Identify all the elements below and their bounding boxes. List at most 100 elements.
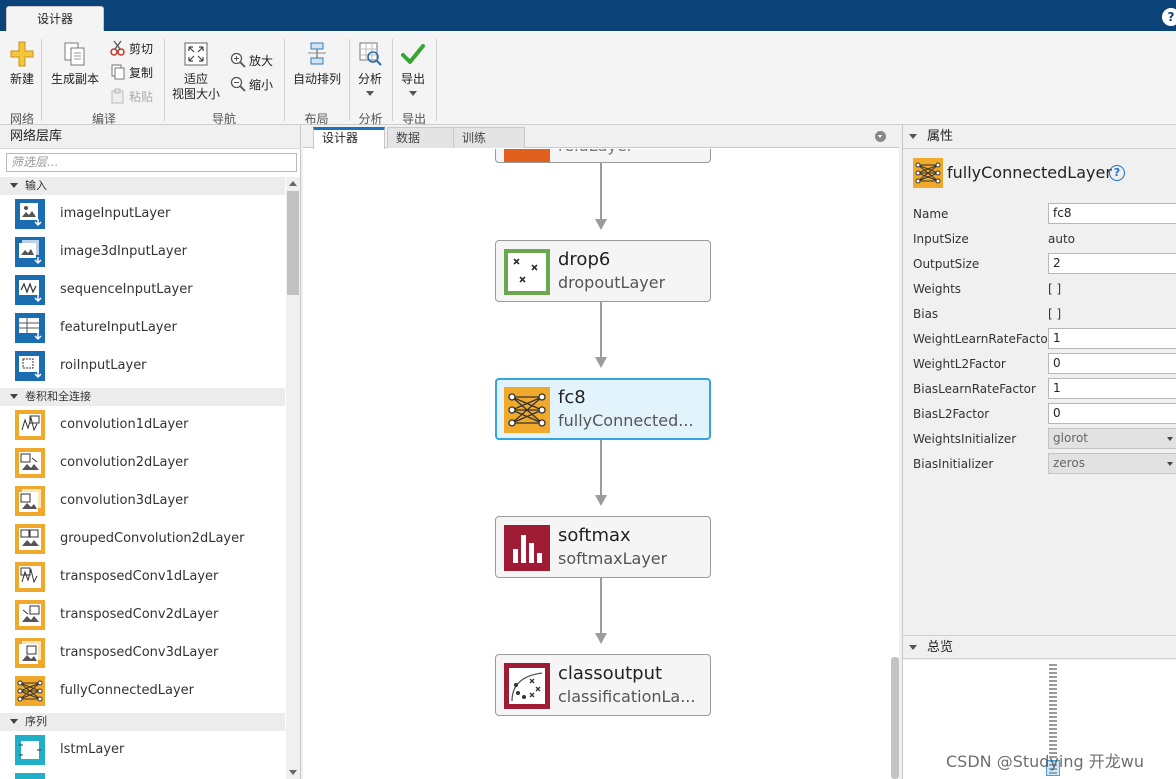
prop-name-input[interactable]: fc8 [1048,203,1176,224]
library-item-label: convolution3dLayer [60,493,189,508]
tab-menu-icon[interactable] [875,131,886,142]
plus-icon [10,41,34,67]
prop-biasl2factor-input[interactable]: 0 [1048,403,1176,424]
new-button[interactable]: 新建 [6,41,38,87]
scroll-up-icon[interactable] [289,181,297,186]
section-input[interactable]: 输入 [0,177,285,195]
node-name: drop6 [558,249,611,270]
filter-input[interactable]: 筛选层... [6,153,297,172]
library-item-convolution1dlayer[interactable]: convolution1dLayer [0,406,285,444]
prop-label-biasl2factor: BiasL2Factor [913,407,990,421]
network-graph[interactable]: reluLayer drop6 dropoutLayer fc8 fullyCo… [303,149,899,779]
library-item-groupedconvolution2dlayer[interactable]: groupedConvolution2dLayer [0,520,285,558]
help-icon[interactable]: ? [1162,8,1176,26]
document-tabs: 设计器 数据 训练 [303,125,899,149]
layer-node-softmax[interactable]: softmax softmaxLayer [495,516,711,578]
zoom-in-label: 放大 [249,54,274,68]
layer-node-relu[interactable]: reluLayer [495,149,711,163]
prop-label-inputsize: InputSize [913,232,969,246]
layer-node-drop6[interactable]: drop6 dropoutLayer [495,240,711,302]
analyze-dropdown-icon [366,91,374,96]
properties-layer-type: fullyConnectedLayer [947,163,1112,182]
library-item-imageinputlayer[interactable]: imageInputLayer [0,195,285,233]
zoom-out-button[interactable]: 缩小 [230,76,273,93]
fit-view-button[interactable]: 适应 视图大小 [168,41,224,102]
conv3d-icon [15,486,45,516]
library-item-label: image3dInputLayer [60,244,187,259]
ribbon-separator [41,39,42,121]
library-item-roiinputlayer[interactable]: roiInputLayer [0,347,285,385]
prop-label-outputsize: OutputSize [913,257,980,271]
canvas-scrollbar[interactable] [891,149,899,779]
prop-biaslearnratefactor-input[interactable]: 1 [1048,378,1176,399]
ribbon-separator [164,39,165,121]
library-scrollbar-thumb[interactable] [287,191,299,295]
library-scrollbar[interactable] [286,177,300,779]
library-item-label: imageInputLayer [60,206,171,221]
section-conv-fc[interactable]: 卷积和全连接 [0,388,285,406]
prop-weightsinitializer-select[interactable]: glorot [1048,428,1176,449]
tab-designer[interactable]: 设计器 [6,6,104,32]
relu-icon [504,149,550,162]
classification-output-icon [504,663,550,709]
library-item-label: lstmLayer [60,742,125,757]
scroll-down-icon[interactable] [289,770,297,775]
library-item-transposedconv3dlayer[interactable]: transposedConv3dLayer [0,634,285,672]
prop-bias-value: [ ] [1048,307,1062,321]
connection-arrow [595,495,607,506]
prop-biasinitializer-select[interactable]: zeros [1048,453,1176,474]
layer-node-classoutput[interactable]: classoutput classificationLa... [495,654,711,716]
duplicate-button[interactable]: 生成副本 [48,41,102,87]
new-label: 新建 [9,72,34,86]
library-item-label: fullyConnectedLayer [60,683,194,698]
auto-arrange-button[interactable]: 自动排列 [290,41,344,87]
node-name: softmax [558,525,631,546]
tab-designer-canvas[interactable]: 设计器 [313,127,385,149]
library-item-convolution2dlayer[interactable]: convolution2dLayer [0,444,285,482]
library-item-partial[interactable] [0,769,285,779]
copy-icon [111,64,125,80]
connection-line [600,440,602,497]
arrange-icon [308,42,326,65]
canvas-scrollbar-thumb[interactable] [891,657,899,779]
copy-button[interactable]: 复制 [110,64,153,81]
fully-connected-icon [504,387,550,433]
feature-input-icon [15,313,45,343]
help-icon[interactable]: ? [1109,165,1125,181]
export-button[interactable]: 导出 [395,41,431,96]
duplicate-label: 生成副本 [50,72,99,86]
library-item-sequenceinputlayer[interactable]: sequenceInputLayer [0,271,285,309]
library-item-image3dinputlayer[interactable]: image3dInputLayer [0,233,285,271]
node-name: classoutput [558,663,663,684]
conv2d-icon [15,448,45,478]
analyze-button[interactable]: 分析 [352,41,388,96]
library-item-label: featureInputLayer [60,320,177,335]
prop-label-biaslearnratefactor: BiasLearnRateFactor [913,382,1036,396]
tab-data[interactable]: 数据 [387,127,459,148]
export-label: 导出 [400,72,425,86]
properties-header[interactable]: 属性 [903,125,1176,149]
tab-training[interactable]: 训练 [453,127,525,148]
zoom-in-button[interactable]: 放大 [230,52,273,69]
connection-line [600,302,602,359]
library-item-convolution3dlayer[interactable]: convolution3dLayer [0,482,285,520]
section-sequence[interactable]: 序列 [0,713,285,731]
prop-weightlearnratefactor-input[interactable]: 1 [1048,328,1176,349]
prop-outputsize-input[interactable]: 2 [1048,253,1176,274]
cut-button[interactable]: 剪切 [110,40,153,57]
prop-weightl2factor-input[interactable]: 0 [1048,353,1176,374]
watermark: CSDN @Studying 开龙wu [946,752,1144,771]
library-item-transposedconv2dlayer[interactable]: transposedConv2dLayer [0,596,285,634]
lstm-icon [15,735,45,765]
library-item-featureinputlayer[interactable]: featureInputLayer [0,309,285,347]
overview-header[interactable]: 总览 [903,635,1176,659]
ribbon-separator [284,39,285,121]
layer-node-fc8[interactable]: fc8 fullyConnected... [495,378,711,440]
library-title: 网络层库 [0,125,300,149]
paste-button[interactable]: 粘贴 [110,88,153,105]
library-item-lstmlayer[interactable]: lstmLayer [0,731,285,769]
library-item-fullyconnectedlayer[interactable]: fullyConnectedLayer [0,672,285,710]
roi-input-icon [15,351,45,381]
library-item-transposedconv1dlayer[interactable]: transposedConv1dLayer [0,558,285,596]
ribbon-separator [392,39,393,121]
